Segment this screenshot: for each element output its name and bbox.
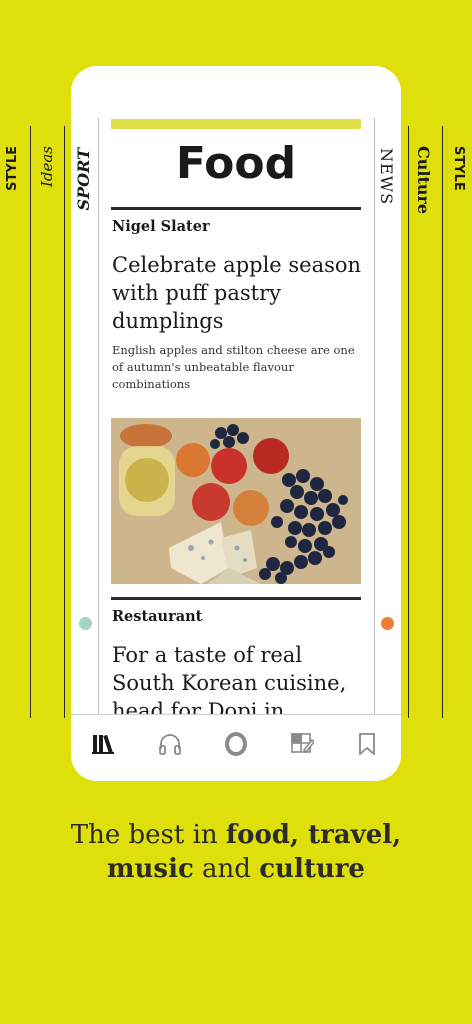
puzzles-icon[interactable] [287,729,317,759]
section-label-style-right[interactable]: STYLE [451,146,466,191]
article-kicker: Nigel Slater [112,218,210,235]
tagline: The best in food, travel, music and cult… [0,818,472,886]
article-rule [111,597,361,600]
left-indicator-dot [79,617,92,630]
library-icon[interactable] [88,729,118,759]
article-headline[interactable]: For a taste of real South Korean cuisine… [112,641,364,725]
divider-line [442,126,443,718]
tagline-bold: food, travel, [225,820,402,850]
food-photo [111,418,361,584]
right-indicator-dot [381,617,394,630]
divider-line [64,126,65,718]
article-kicker: Restaurant [112,608,203,625]
tagline-line-1: The best in food, travel, [0,818,472,852]
article-headline[interactable]: Celebrate apple season with puff pastry … [112,251,364,335]
tagline-text: The best in [70,820,226,850]
phone-screen: SPORT NEWS Food Nigel Slater Celebrate a… [71,66,401,781]
section-label-culture[interactable]: Culture [414,146,433,214]
tagline-bold: music [107,854,194,884]
opinion-o-icon[interactable] [221,729,251,759]
headphones-icon[interactable] [155,729,185,759]
divider-line [98,118,99,718]
tagline-bold: culture [259,854,365,884]
divider-line [408,126,409,718]
section-label-sport[interactable]: SPORT [74,148,93,210]
bookmark-icon[interactable] [352,729,382,759]
section-accent-bar [111,119,361,129]
article-standfirst: English apples and stilton cheese are on… [112,343,355,391]
section-label-news[interactable]: NEWS [377,148,396,205]
section-rule [111,207,361,210]
section-label-style-left[interactable]: STYLE [5,146,20,191]
section-title: Food [175,138,297,189]
section-label-ideas[interactable]: Ideas [38,146,56,187]
tab-bar [71,714,401,781]
tagline-line-2: music and culture [0,852,472,886]
divider-line [30,126,31,718]
divider-line [374,118,375,718]
tagline-text: and [193,854,260,884]
article-image[interactable] [111,418,361,584]
